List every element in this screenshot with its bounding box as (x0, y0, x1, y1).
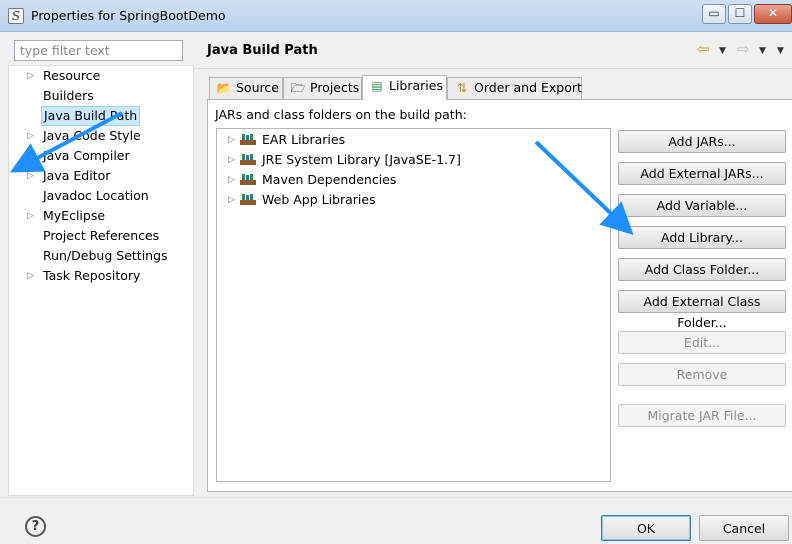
library-label: Maven Dependencies (262, 172, 397, 187)
header-separator (194, 68, 792, 69)
library-icon (240, 174, 256, 185)
add-library-button[interactable]: Add Library... (618, 226, 786, 249)
add-external-jars-button[interactable]: Add External JARs... (618, 162, 786, 185)
close-button[interactable]: ✕ (754, 4, 792, 24)
nav-item-label: Project References (43, 228, 160, 243)
footer-separator (0, 497, 792, 498)
libraries-tree[interactable]: ▷ EAR Libraries ▷ JRE System Library [Ja… (216, 128, 611, 482)
view-menu-icon[interactable]: ▼ (777, 46, 784, 56)
properties-nav-tree: ▷ Resource Builders Java Build Path ▷ Ja… (8, 65, 194, 496)
add-variable-button[interactable]: Add Variable... (618, 194, 786, 217)
spring-app-icon: S (8, 8, 24, 24)
help-icon[interactable]: ? (25, 516, 46, 537)
nav-item-label: MyEclipse (43, 208, 106, 223)
tab-label: Projects (310, 80, 360, 95)
expand-icon[interactable]: ▷ (27, 266, 34, 286)
page-title: Java Build Path (207, 43, 318, 58)
title-bar: S Properties for SpringBootDemo ▭ ☐ ✕ (0, 0, 792, 32)
tab-order-and-export[interactable]: ⇅ Order and Export (447, 77, 582, 99)
migrate-jar-file-button[interactable]: Migrate JAR File... (618, 404, 786, 427)
back-arrow-icon[interactable]: ⇦ (697, 40, 710, 58)
library-label: EAR Libraries (262, 132, 346, 147)
window-title: Properties for SpringBootDemo (31, 8, 226, 23)
libraries-icon: ▤ (371, 79, 383, 93)
tab-libraries[interactable]: ▤ Libraries (362, 75, 447, 100)
nav-item-label: Resource (43, 68, 101, 83)
expand-icon[interactable]: ▷ (228, 130, 235, 150)
nav-item-label: Run/Debug Settings (43, 248, 168, 263)
tab-projects[interactable]: 🗁 Projects (283, 77, 362, 99)
expand-icon[interactable]: ▷ (27, 166, 34, 186)
nav-item-label: Java Code Style (43, 128, 141, 143)
add-jars-button[interactable]: Add JARs... (618, 130, 786, 153)
nav-item-label: Builders (43, 88, 94, 103)
build-path-label: JARs and class folders on the build path… (215, 107, 467, 122)
nav-item-label: Java Build Path (41, 106, 141, 126)
expand-icon[interactable]: ▷ (27, 66, 34, 86)
tab-source[interactable]: 📂 Source (209, 77, 283, 99)
library-icon (240, 194, 256, 205)
nav-item-label: Java Editor (43, 168, 111, 183)
order-export-icon: ⇅ (456, 81, 468, 95)
nav-item-label: Java Compiler (43, 148, 130, 163)
forward-history-dropdown-icon[interactable]: ▼ (759, 46, 766, 56)
nav-item-label: Task Repository (43, 268, 141, 283)
nav-item-label: Javadoc Location (43, 188, 149, 203)
library-label: Web App Libraries (262, 192, 376, 207)
minimize-button[interactable]: ▭ (702, 4, 726, 24)
add-class-folder-button[interactable]: Add Class Folder... (618, 258, 786, 281)
expand-icon[interactable]: ▷ (228, 150, 235, 170)
add-external-class-folder-button[interactable]: Add External Class Folder... (618, 290, 786, 330)
expand-icon[interactable]: ▷ (27, 206, 34, 226)
maximize-button[interactable]: ☐ (728, 4, 752, 24)
tab-label: Source (236, 80, 279, 95)
filter-input[interactable] (14, 40, 183, 61)
ok-button[interactable]: OK (601, 515, 691, 541)
edit-button[interactable]: Edit... (618, 331, 786, 354)
remove-button[interactable]: Remove (618, 363, 786, 386)
source-folder-icon: 📂 (216, 81, 232, 95)
tab-label: Order and Export (474, 80, 582, 95)
tab-label: Libraries (389, 78, 443, 93)
back-history-dropdown-icon[interactable]: ▼ (719, 46, 726, 56)
projects-icon: 🗁 (290, 81, 306, 95)
expand-icon[interactable]: ▷ (27, 146, 34, 166)
library-icon (240, 154, 256, 165)
expand-icon[interactable]: ▷ (228, 190, 235, 210)
expand-icon[interactable]: ▷ (27, 126, 34, 146)
cancel-button[interactable]: Cancel (699, 515, 789, 541)
expand-icon[interactable]: ▷ (228, 170, 235, 190)
library-label: JRE System Library [JavaSE-1.7] (262, 152, 461, 167)
forward-arrow-icon[interactable]: ⇨ (737, 40, 750, 58)
library-icon (240, 134, 256, 145)
